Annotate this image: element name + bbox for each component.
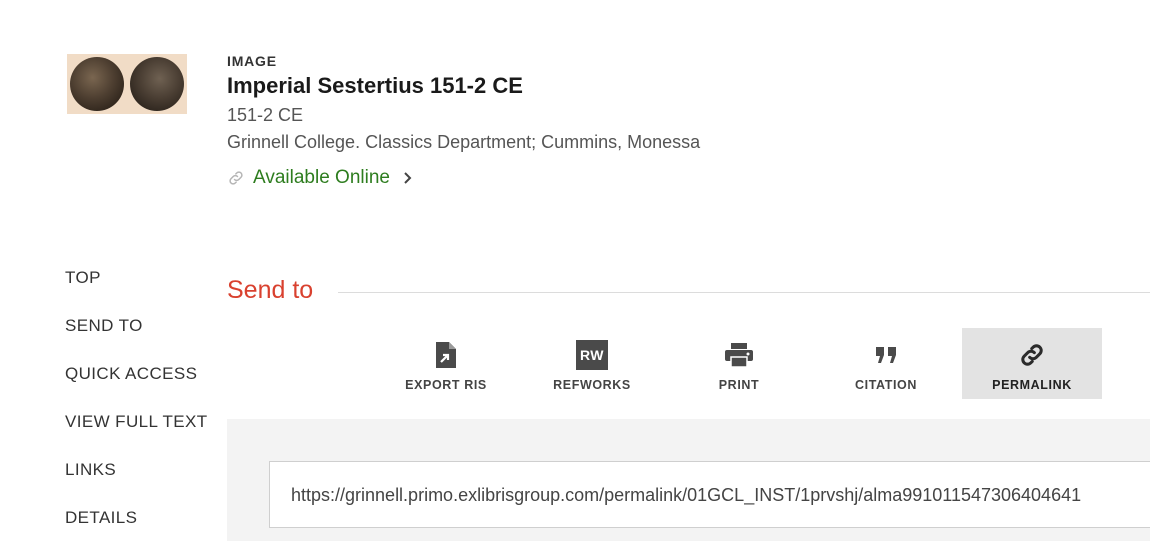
record-brief: IMAGE Imperial Sestertius 151-2 CE 151-2… — [227, 53, 700, 189]
refworks-label: REFWORKS — [553, 378, 631, 392]
refworks-button[interactable]: RW REFWORKS — [522, 328, 662, 399]
export-ris-label: EXPORT RIS — [405, 378, 487, 392]
send-to-heading: Send to — [227, 276, 314, 304]
permalink-label: PERMALINK — [992, 378, 1072, 392]
export-ris-button[interactable]: EXPORT RIS — [376, 328, 516, 399]
citation-label: CITATION — [855, 378, 917, 392]
permalink-field[interactable]: https://grinnell.primo.exlibrisgroup.com… — [269, 461, 1150, 528]
print-icon — [724, 340, 754, 370]
print-label: PRINT — [718, 378, 760, 392]
link-icon — [227, 169, 245, 187]
print-button[interactable]: PRINT — [669, 328, 809, 399]
resource-type: IMAGE — [227, 53, 277, 69]
refworks-badge: RW — [576, 340, 608, 370]
coin-reverse-image — [130, 57, 184, 111]
nav-item-view-full-text[interactable]: VIEW FULL TEXT — [65, 410, 208, 458]
link-icon — [1018, 340, 1046, 370]
record-thumbnail[interactable] — [67, 54, 187, 114]
export-ris-icon — [434, 340, 458, 370]
nav-item-links[interactable]: LINKS — [65, 458, 208, 506]
permalink-panel: https://grinnell.primo.exlibrisgroup.com… — [227, 419, 1150, 541]
record-creator: Grinnell College. Classics Department; C… — [227, 132, 701, 152]
section-nav: TOP SEND TO QUICK ACCESS VIEW FULL TEXT … — [65, 266, 208, 554]
availability-label: Available Online — [253, 167, 390, 188]
nav-item-send-to[interactable]: SEND TO — [65, 314, 208, 362]
permalink-button[interactable]: PERMALINK — [962, 328, 1102, 399]
coin-obverse-image — [70, 57, 124, 111]
availability-link[interactable]: Available Online — [227, 167, 700, 189]
record-title[interactable]: Imperial Sestertius 151-2 CE — [227, 73, 700, 99]
nav-item-top[interactable]: TOP — [65, 266, 208, 314]
nav-item-details[interactable]: DETAILS — [65, 506, 208, 554]
nav-item-quick-access[interactable]: QUICK ACCESS — [65, 362, 208, 410]
record-date: 151-2 CE — [227, 105, 304, 125]
chevron-right-icon — [402, 171, 414, 185]
refworks-icon: RW — [576, 340, 608, 370]
section-divider — [338, 292, 1150, 293]
citation-button[interactable]: CITATION — [816, 328, 956, 399]
quote-icon — [875, 340, 897, 370]
